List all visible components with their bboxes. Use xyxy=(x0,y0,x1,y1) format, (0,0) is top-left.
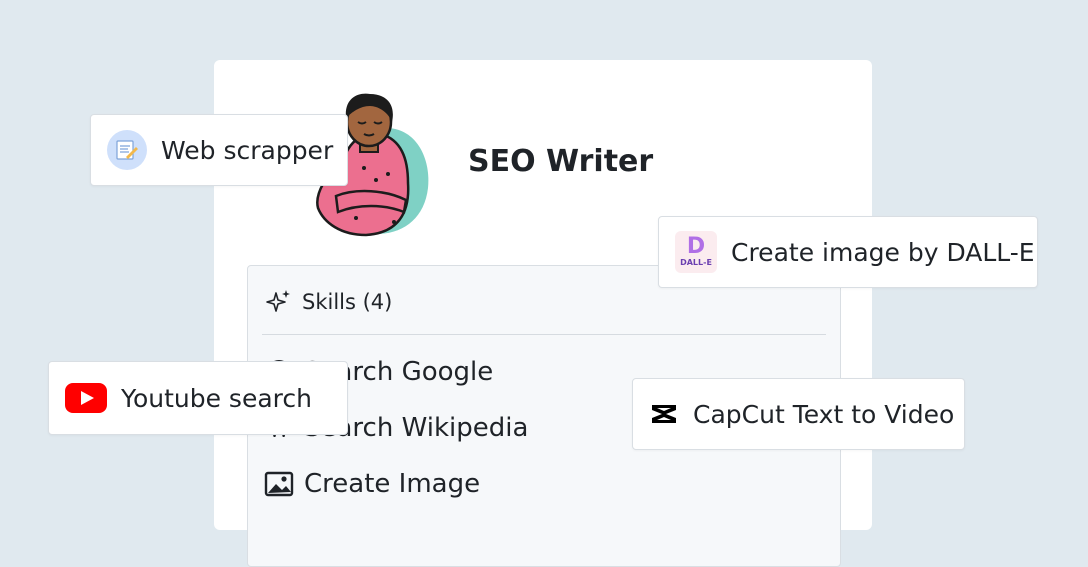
chip-label: Web scrapper xyxy=(161,135,334,165)
web-scrapper-icon xyxy=(107,130,147,170)
dalle-icon: D DALL-E xyxy=(675,231,717,273)
youtube-chip[interactable]: Youtube search xyxy=(48,361,348,435)
dalle-chip[interactable]: D DALL-E Create image by DALL-E xyxy=(658,216,1038,288)
dalle-logo-text: DALL-E xyxy=(680,258,712,267)
skills-header[interactable]: Skills (4) xyxy=(266,286,392,318)
capcut-chip[interactable]: CapCut Text to Video xyxy=(632,378,965,450)
skill-item-create-image[interactable]: Create Image xyxy=(264,464,480,504)
image-icon xyxy=(264,471,294,497)
skills-header-label: Skills (4) xyxy=(302,290,393,314)
chip-label: Youtube search xyxy=(121,383,312,413)
chip-label: CapCut Text to Video xyxy=(693,399,955,429)
sparkle-icon xyxy=(266,290,290,312)
capcut-icon xyxy=(649,402,679,426)
skill-label: Create Image xyxy=(304,469,481,499)
web-scrapper-chip[interactable]: Web scrapper xyxy=(90,114,348,186)
dalle-logo-letter: D xyxy=(686,234,706,259)
agent-title: SEO Writer xyxy=(468,144,654,179)
youtube-icon xyxy=(65,383,107,413)
divider xyxy=(262,334,826,335)
chip-label: Create image by DALL-E xyxy=(731,237,1035,267)
